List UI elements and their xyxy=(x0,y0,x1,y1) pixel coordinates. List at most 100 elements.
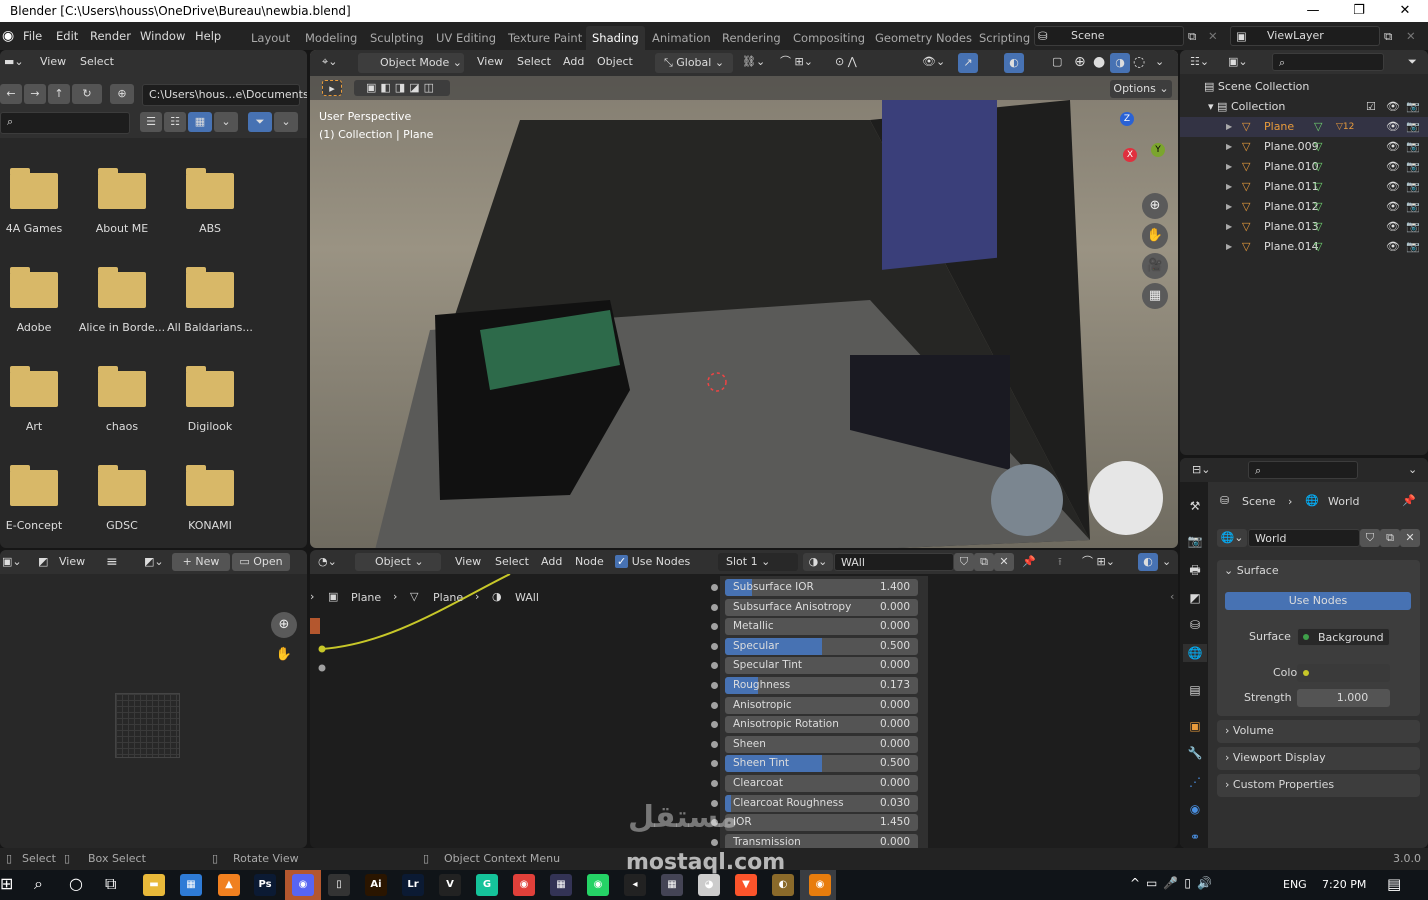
rendered-shading-icon[interactable]: ◌ xyxy=(1133,50,1145,74)
physics-tab-icon[interactable]: ◉ xyxy=(1186,800,1204,818)
node-menu-view[interactable]: View xyxy=(455,550,481,574)
input-socket[interactable] xyxy=(711,701,718,709)
node-input-slider[interactable]: Specular Tint 0.000 xyxy=(725,657,918,675)
camera-render-icon[interactable]: 📷 xyxy=(1406,217,1420,237)
menu-help[interactable]: Help xyxy=(195,22,221,50)
node-input-slider[interactable]: Specular 0.500 xyxy=(725,637,918,655)
cortana-icon[interactable]: ○ xyxy=(69,874,83,893)
parent-node-tree-icon[interactable]: ⭱ xyxy=(1058,550,1062,574)
node-menu-select[interactable]: Select xyxy=(495,550,529,574)
file-explorer-icon[interactable]: ▬ xyxy=(143,874,165,896)
maximize-button[interactable]: ❐ xyxy=(1336,0,1382,22)
object-mode-dropdown[interactable]: Object Mode ⌄ xyxy=(358,53,464,73)
folder-item[interactable]: GDSC xyxy=(78,462,166,542)
outliner-item[interactable]: ▶ ▽ Plane.014 ▽ 👁 📷 xyxy=(1180,237,1428,257)
search-icon[interactable]: ⌕ xyxy=(34,874,43,894)
node-input-slider[interactable]: Sheen Tint 0.500 xyxy=(725,755,918,773)
whatsapp-icon[interactable]: ◉ xyxy=(587,874,609,896)
outliner-item[interactable]: ▶ ▽ Plane.012 ▽ 👁 📷 xyxy=(1180,197,1428,217)
photoshop-icon[interactable]: Ps xyxy=(254,874,276,896)
browse-image-icon[interactable]: ◩⌄ xyxy=(144,550,164,574)
brave-icon[interactable]: ▼ xyxy=(735,874,757,896)
options-dropdown-icon[interactable]: ⌄ xyxy=(1408,458,1417,482)
node-input-slider[interactable]: Subsurface IOR 1.400 xyxy=(725,579,918,596)
world-name-field[interactable]: World xyxy=(1248,529,1360,547)
solid-shading-icon[interactable]: ● xyxy=(1093,50,1105,74)
editor-type-icon[interactable]: ◔⌄ xyxy=(318,550,337,574)
volume-panel[interactable]: › Volume xyxy=(1217,720,1420,743)
horizontal-list-button[interactable]: ☷ xyxy=(164,112,186,132)
new-view-layer-icon[interactable]: ⧉ xyxy=(1384,22,1392,50)
expand-arrow-icon[interactable]: ▶ xyxy=(1226,157,1232,177)
illustrator-icon[interactable]: Ai xyxy=(365,874,387,896)
folder-item[interactable]: Alice in Borde... xyxy=(78,264,166,344)
image-menu-view[interactable]: View xyxy=(59,550,85,574)
material-preview-shading-icon[interactable]: ◑ xyxy=(1110,53,1130,73)
camera-icon[interactable]: 🎥 xyxy=(1142,253,1168,279)
folder-item[interactable]: E-Concept xyxy=(0,462,78,542)
new-folder-button[interactable]: ⊕ xyxy=(110,84,134,104)
material-name-field[interactable]: WAll xyxy=(834,553,954,571)
input-socket[interactable] xyxy=(711,740,718,748)
minimize-button[interactable]: — xyxy=(1290,0,1336,22)
expand-arrow-icon[interactable]: ▶ xyxy=(1226,177,1232,197)
menu-window[interactable]: Window xyxy=(140,22,185,50)
windows-start-icon[interactable]: ⊞ xyxy=(0,874,13,893)
grammarly-icon[interactable]: G xyxy=(476,874,498,896)
render-tab-icon[interactable]: 📷 xyxy=(1186,532,1204,550)
folder-item[interactable]: Adobe xyxy=(0,264,78,344)
tab-scripting[interactable]: Scripting xyxy=(973,28,1036,48)
outliner-item[interactable]: ▶ ▽ Plane ▽ ▽12 👁 📷 xyxy=(1180,117,1428,137)
app-icon[interactable]: ▦ xyxy=(661,874,683,896)
parent-dir-button[interactable]: ↑ xyxy=(48,84,70,104)
node-input-slider[interactable]: Sheen 0.000 xyxy=(725,735,918,753)
output-tab-icon[interactable]: 🖶 xyxy=(1186,561,1204,579)
outliner-item[interactable]: ▶ ▽ Plane.010 ▽ 👁 📷 xyxy=(1180,157,1428,177)
system-tray-icons[interactable]: ^▭🎤▯🔊 xyxy=(1130,876,1218,890)
eye-icon[interactable]: 👁 xyxy=(1386,97,1400,117)
grid-perspective-icon[interactable]: ▦ xyxy=(1142,283,1168,309)
eye-icon[interactable]: 👁 xyxy=(1386,217,1400,237)
world-tab-icon[interactable]: 🌐 xyxy=(1183,644,1207,662)
refresh-button[interactable]: ↻ xyxy=(72,84,102,104)
prop-breadcrumb-scene[interactable]: Scene xyxy=(1242,495,1276,508)
node-input-slider[interactable]: Anisotropic 0.000 xyxy=(725,696,918,714)
tool-tab-icon[interactable]: ⚒ xyxy=(1186,497,1204,515)
expand-arrow-icon[interactable]: ▶ xyxy=(1226,197,1232,217)
overlay-options-icon[interactable]: ⌄ xyxy=(1162,550,1171,574)
input-socket[interactable] xyxy=(711,642,718,650)
camera-render-icon[interactable]: 📷 xyxy=(1406,97,1420,117)
view-mode-icon[interactable]: ◩ xyxy=(38,550,48,574)
menu-render[interactable]: Render xyxy=(90,22,131,50)
node-input-slider[interactable]: IOR 1.450 xyxy=(725,814,918,832)
3d-viewport[interactable]: ⌖⌄ Object Mode ⌄ View Select Add Object … xyxy=(310,50,1178,548)
folder-item[interactable]: 4A Games xyxy=(0,165,78,245)
snap-icon[interactable]: ⌒ ⊞⌄ xyxy=(1082,550,1115,574)
gizmo-x-axis[interactable]: X xyxy=(1123,148,1137,162)
folder-item[interactable]: Art xyxy=(0,363,78,443)
node-input-slider[interactable]: Roughness 0.173 xyxy=(725,677,918,694)
eye-icon[interactable]: 👁 xyxy=(1386,177,1400,197)
scene-selector[interactable]: Scene xyxy=(1034,26,1184,46)
open-image-button[interactable]: ▭ Open xyxy=(232,553,290,571)
object-tab-icon[interactable]: ▣ xyxy=(1186,717,1204,735)
app-icon[interactable]: ▯ xyxy=(328,874,350,896)
outliner-scene-collection[interactable]: ▤ Scene Collection xyxy=(1180,77,1428,97)
node-input-slider[interactable]: Subsurface Anisotropy 0.000 xyxy=(725,598,918,616)
camera-render-icon[interactable]: 📷 xyxy=(1406,177,1420,197)
shading-options-icon[interactable]: ⌄ xyxy=(1155,50,1164,74)
vectorworks-icon[interactable]: V xyxy=(439,874,461,896)
viewport-display-panel[interactable]: › Viewport Display xyxy=(1217,747,1420,770)
node-input-slider[interactable]: Clearcoat Roughness 0.030 xyxy=(725,794,918,812)
forward-button[interactable]: → xyxy=(24,84,46,104)
zoom-icon[interactable]: ⊕ xyxy=(1142,193,1168,219)
slot-dropdown[interactable]: Slot 1 ⌄ xyxy=(718,553,798,571)
filter-icon[interactable]: ⏷ xyxy=(1408,50,1417,74)
input-socket[interactable] xyxy=(711,780,718,787)
eye-icon[interactable]: 👁 xyxy=(1386,117,1400,137)
tab-shading[interactable]: Shading xyxy=(586,26,645,50)
file-menu-select[interactable]: Select xyxy=(80,50,114,74)
editor-type-icon[interactable]: ⊟⌄ xyxy=(1192,458,1210,482)
viewport-menu-object[interactable]: Object xyxy=(597,50,633,74)
pin-icon[interactable]: 📌 xyxy=(1402,494,1416,507)
